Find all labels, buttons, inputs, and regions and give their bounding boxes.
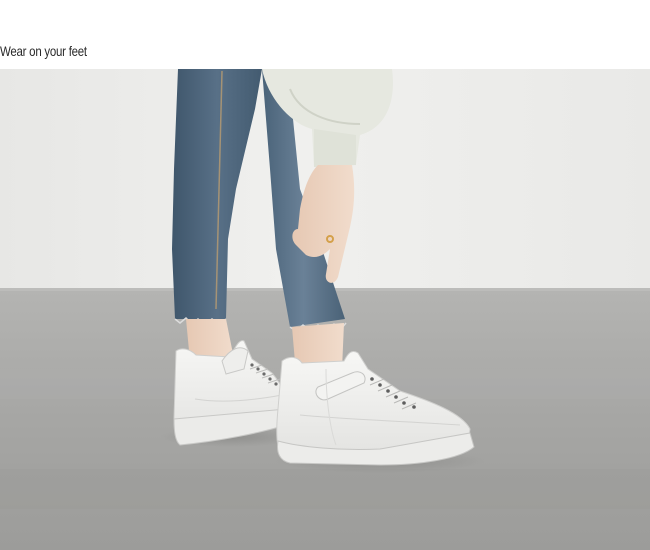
product-lifestyle-photo xyxy=(0,69,650,550)
section-title: Wear on your feet xyxy=(0,43,87,59)
